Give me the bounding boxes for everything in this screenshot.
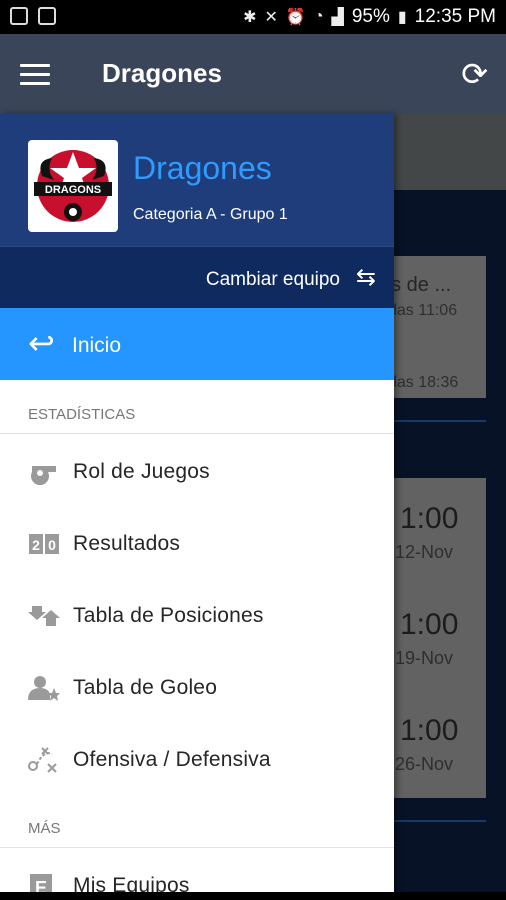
menu-item-label: Ofensiva / Defensiva — [73, 748, 271, 771]
bluetooth-icon: ✱ — [243, 9, 257, 26]
menu-item-rol-de-juegos[interactable]: Rol de Juegos — [0, 436, 394, 508]
menu-item-ofensiva-defensiva[interactable]: Ofensiva / Defensiva — [0, 724, 394, 796]
drawer-header: DRAGONS Dragones Categoria A - Grupo 1 — [0, 114, 394, 246]
menu-item-tabla-de-posiciones[interactable]: Tabla de Posiciones — [0, 580, 394, 652]
clock: 12:35 PM — [414, 6, 496, 27]
back-arrow-icon: ↩ — [28, 325, 55, 361]
status-bar: ✱ ✕ ⏰ ◔ ▟ 95% ▮ 12:35 PM — [0, 0, 506, 34]
battery-percent: 95% — [351, 6, 390, 27]
app-title: Dragones — [102, 58, 222, 88]
menu-item-resultados[interactable]: 20 Resultados — [0, 508, 394, 580]
drawer-scrim[interactable] — [394, 114, 506, 900]
refresh-icon[interactable]: ⟳ — [461, 58, 488, 90]
upload-notification-icon — [38, 7, 56, 25]
player-star-icon — [28, 674, 60, 702]
wifi-icon: ◔ — [313, 8, 324, 25]
scoreboard-icon: 20 — [28, 530, 60, 558]
battery-icon: ▮ — [397, 9, 407, 26]
svg-text:0: 0 — [48, 537, 56, 553]
menu-item-label: Inicio — [72, 334, 122, 357]
team-category: Categoria A - Grupo 1 — [133, 206, 288, 223]
menu-item-tabla-de-goleo[interactable]: Tabla de Goleo — [0, 652, 394, 724]
section-header-stats: ESTADÍSTICAS — [28, 406, 136, 423]
section-header-more: MÁS — [28, 820, 61, 837]
divider — [0, 433, 394, 434]
alarm-icon: ⏰ — [285, 9, 306, 26]
tactics-icon — [28, 746, 60, 774]
swap-icon: ⇆ — [355, 264, 376, 291]
gallery-notification-icon — [10, 7, 28, 25]
system-nav-bar — [0, 892, 506, 900]
svg-text:DRAGONS: DRAGONS — [45, 184, 101, 196]
divider — [0, 847, 394, 848]
team-name: Dragones — [133, 150, 272, 186]
mute-icon: ✕ — [264, 9, 278, 26]
change-team-label: Cambiar equipo — [205, 269, 340, 290]
change-team-button[interactable]: Cambiar equipo ⇆ — [0, 246, 394, 308]
whistle-icon — [28, 458, 60, 486]
menu-icon[interactable] — [20, 64, 50, 91]
navigation-drawer: DRAGONS Dragones Categoria A - Grupo 1 C… — [0, 114, 394, 900]
svg-text:2: 2 — [32, 537, 40, 553]
menu-item-inicio[interactable]: ↩ Inicio — [0, 308, 394, 380]
sort-arrows-icon — [28, 602, 60, 630]
team-logo: DRAGONS — [28, 140, 118, 232]
menu-item-label: Rol de Juegos — [73, 460, 210, 483]
menu-item-label: Resultados — [73, 532, 181, 555]
app-bar: Dragones ⟳ — [0, 34, 506, 114]
menu-item-label: Tabla de Posiciones — [73, 604, 264, 627]
signal-icon: ▟ — [331, 9, 344, 26]
menu-item-label: Tabla de Goleo — [73, 676, 218, 699]
